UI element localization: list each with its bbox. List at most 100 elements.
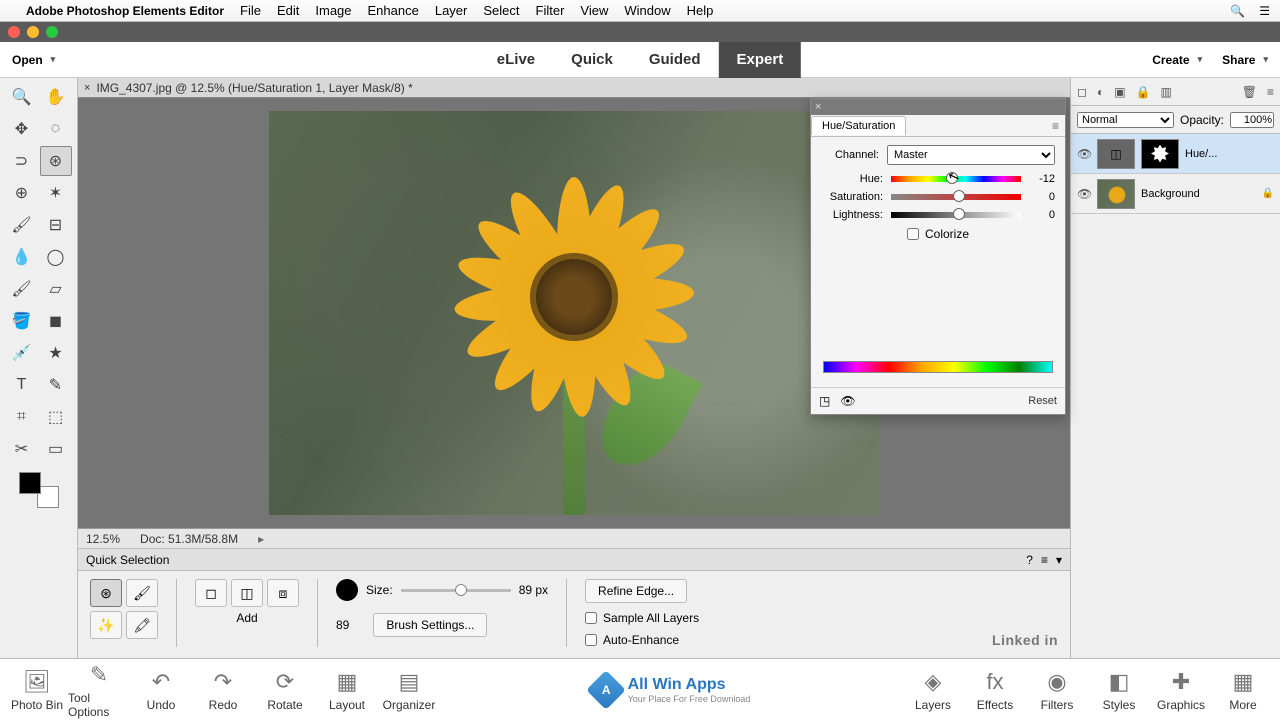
window-close-button[interactable] [8,26,20,38]
rotate-button[interactable]: ⟳Rotate [254,668,316,712]
magic-wand-mode[interactable]: ✨ [90,611,122,639]
quick-select-tool[interactable]: ⊛ [40,146,72,176]
more-button[interactable]: ▦More [1212,668,1274,712]
create-menu[interactable]: Create [1152,53,1202,67]
redeye-tool[interactable]: ⊕ [6,178,38,208]
menu-list-icon[interactable]: ☰ [1259,4,1270,18]
close-tab-icon[interactable]: × [84,82,90,94]
layer-mask-icon[interactable]: ▣ [1114,85,1125,99]
collapse-icon[interactable]: ▾ [1056,553,1062,567]
type-tool[interactable]: T [6,370,38,400]
photo-bin-button[interactable]: 🖼Photo Bin [6,668,68,712]
visibility-icon[interactable]: 👁 [1077,187,1091,201]
document-tab[interactable]: × IMG_4307.jpg @ 12.5% (Hue/Saturation 1… [78,78,1070,98]
menu-file[interactable]: File [240,3,261,18]
add-selection-button[interactable]: ◫ [231,579,263,607]
menu-edit[interactable]: Edit [277,3,299,18]
window-maximize-button[interactable] [46,26,58,38]
preview-icon[interactable]: 👁 [840,394,855,408]
clone-stamp-tool[interactable]: ⊟ [40,210,72,240]
layout-button[interactable]: ▦Layout [316,668,378,712]
brush-tool[interactable]: 🖌 [6,274,38,304]
hand-tool[interactable]: ✋ [40,82,72,112]
panel-menu-icon[interactable]: ≡ [1267,85,1274,99]
tab-elive[interactable]: eLive [479,42,553,78]
panel-tab[interactable]: Hue/Saturation [811,116,906,135]
layer-row-background[interactable]: 👁 Background 🔒 [1071,174,1280,214]
gradient-tool[interactable]: ◼ [40,306,72,336]
lightness-slider[interactable] [891,212,1021,218]
panel-menu-icon[interactable]: ≡ [1052,119,1059,133]
spotlight-icon[interactable]: 🔍 [1230,4,1245,18]
smart-brush-tool[interactable]: 🖌 [6,210,38,240]
menu-view[interactable]: View [580,3,608,18]
opacity-input[interactable] [1230,112,1274,128]
foreground-color[interactable] [19,472,41,494]
menu-layer[interactable]: Layer [435,3,468,18]
sponge-tool[interactable]: ◯ [40,242,72,272]
selection-brush-mode[interactable]: 🖌 [126,579,158,607]
share-menu[interactable]: Share [1222,53,1268,67]
shape-tool[interactable]: ★ [40,338,72,368]
new-layer-icon[interactable]: ◻ [1077,85,1087,99]
filters-button[interactable]: ◉Filters [1026,668,1088,712]
menu-select[interactable]: Select [483,3,519,18]
clip-icon[interactable]: ◳ [819,394,830,408]
size-slider[interactable] [401,589,511,592]
hue-slider[interactable] [891,176,1021,182]
undo-button[interactable]: ↶Undo [130,668,192,712]
blend-mode-select[interactable]: Normal [1077,112,1174,128]
organizer-button[interactable]: ▤Organizer [378,668,440,712]
menu-image[interactable]: Image [315,3,351,18]
move-tool[interactable]: ✥ [6,114,38,144]
cookie-cutter-tool[interactable]: ✂ [6,434,38,464]
visibility-icon[interactable]: 👁 [1077,147,1091,161]
window-minimize-button[interactable] [27,26,39,38]
menu-window[interactable]: Window [624,3,670,18]
redo-button[interactable]: ↷Redo [192,668,254,712]
status-menu-icon[interactable]: ▸ [258,532,264,546]
tab-guided[interactable]: Guided [631,42,719,78]
recompose-tool[interactable]: ⬚ [40,402,72,432]
menu-filter[interactable]: Filter [536,3,565,18]
colorize-checkbox[interactable] [907,228,919,240]
paint-bucket-tool[interactable]: 🪣 [6,306,38,336]
crop-tool[interactable]: ⌗ [6,402,38,432]
graphics-button[interactable]: ✚Graphics [1150,668,1212,712]
saturation-slider[interactable] [891,194,1021,200]
color-swatch[interactable] [19,472,59,508]
styles-button[interactable]: ◧Styles [1088,668,1150,712]
tab-quick[interactable]: Quick [553,42,631,78]
help-icon[interactable]: ? [1026,553,1033,567]
effects-button[interactable]: fxEffects [964,668,1026,712]
healing-tool[interactable]: ✶ [40,178,72,208]
channel-select[interactable]: Master [887,145,1055,165]
straighten-tool[interactable]: ▭ [40,434,72,464]
menu-help[interactable]: Help [687,3,714,18]
open-menu[interactable]: Open [12,53,55,67]
tab-expert[interactable]: Expert [719,42,802,78]
menu-enhance[interactable]: Enhance [368,3,419,18]
zoom-level[interactable]: 12.5% [86,532,120,546]
refine-brush-mode[interactable]: 🖍 [126,611,158,639]
marquee-tool[interactable]: ◌ [40,114,72,144]
subtract-selection-button[interactable]: ⧈ [267,579,299,607]
pencil-tool[interactable]: ✎ [40,370,72,400]
layer-row-hue-saturation[interactable]: 👁 ◫ Hue/... [1071,134,1280,174]
auto-enhance-checkbox[interactable]: Auto-Enhance [585,633,679,647]
layer-group-icon[interactable]: ▥ [1161,85,1172,99]
tool-options-button[interactable]: ✎Tool Options [68,661,130,719]
reset-button[interactable]: Reset [1028,395,1057,407]
eraser-tool[interactable]: ▱ [40,274,72,304]
lasso-tool[interactable]: ⊃ [6,146,38,176]
delete-layer-icon[interactable]: 🗑 [1242,85,1257,99]
close-panel-icon[interactable]: × [815,101,821,113]
brush-settings-button[interactable]: Brush Settings... [373,613,487,637]
quick-select-mode[interactable]: ⊛ [90,579,122,607]
layers-button[interactable]: ◈Layers [902,668,964,712]
new-selection-button[interactable]: ◻ [195,579,227,607]
options-menu-icon[interactable]: ≡ [1041,553,1048,567]
eyedropper-tool[interactable]: 💉 [6,338,38,368]
sample-all-layers-checkbox[interactable]: Sample All Layers [585,611,699,625]
refine-edge-button[interactable]: Refine Edge... [585,579,687,603]
